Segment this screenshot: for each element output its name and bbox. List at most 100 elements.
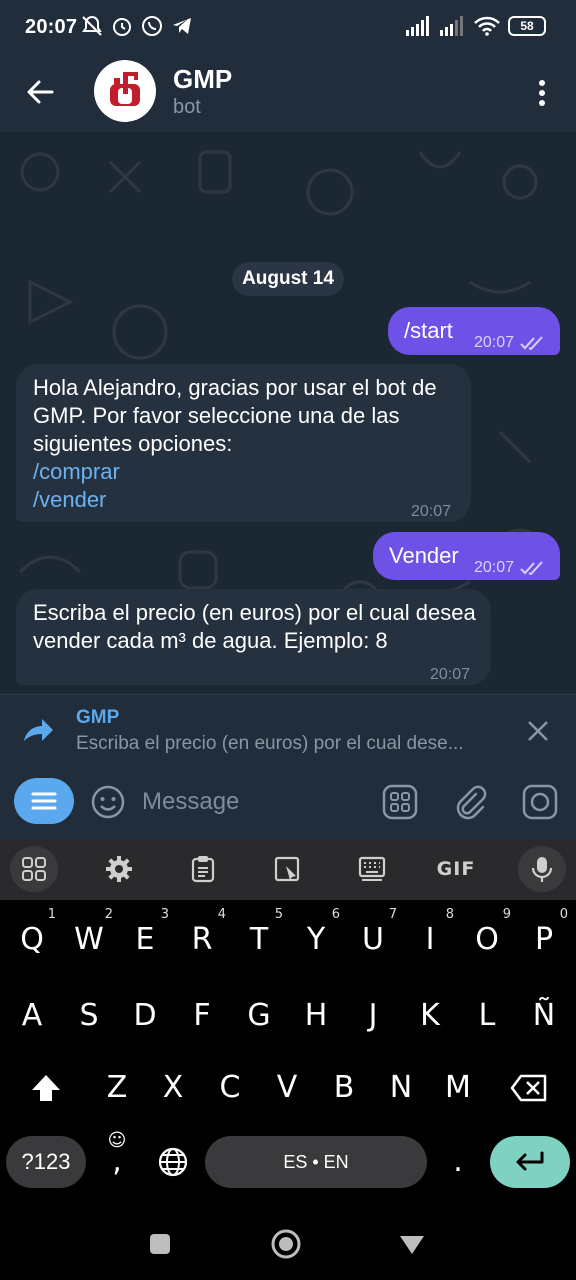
key-i[interactable]: I8 [402,907,458,968]
key-n[interactable]: N [373,1060,429,1116]
key-o[interactable]: O9 [459,907,515,968]
gif-button[interactable]: GIF [432,846,480,892]
camera-icon[interactable] [522,784,558,820]
key-b[interactable]: B [316,1060,372,1116]
period-key[interactable]: . [430,1134,486,1190]
key-c[interactable]: C [202,1060,258,1116]
message-input[interactable] [142,782,362,822]
back-arrow-icon[interactable] [22,74,58,110]
key-w[interactable]: W2 [61,907,117,968]
key-k[interactable]: K [402,988,458,1044]
gif-label: GIF [436,858,476,880]
key-d[interactable]: D [117,988,173,1044]
key-y[interactable]: Y6 [288,907,344,968]
gear-icon [106,856,132,882]
settings-button[interactable] [95,846,143,892]
key-e[interactable]: E3 [117,907,173,968]
key-n-tilde[interactable]: Ñ [516,988,572,1044]
telegram-icon [173,18,191,34]
keyboard-toolbar: GIF [0,838,576,900]
key-m[interactable]: M [430,1060,486,1116]
message-text: /start [404,318,453,343]
command-link-comprar[interactable]: /comprar [33,458,120,486]
system-icons: 58 [406,16,546,36]
clipboard-icon [191,856,215,883]
incoming-message[interactable]: Escriba el precio (en euros) por el cual… [16,589,491,685]
keyboard-layout-button[interactable] [348,846,396,892]
language-key[interactable] [145,1134,201,1190]
key-l[interactable]: L [459,988,515,1044]
emoji-hint-icon: ☺ [107,1130,127,1151]
bot-menu-button[interactable] [14,778,74,824]
backspace-key[interactable] [501,1060,557,1116]
emoji-icon[interactable] [90,784,126,820]
comma-key[interactable]: ☺ , [90,1130,144,1190]
close-icon[interactable] [524,717,552,745]
key-f[interactable]: F [174,988,230,1044]
key-s[interactable]: S [61,988,117,1044]
key-h[interactable]: H [288,988,344,1044]
message-text: Vender [389,543,459,568]
voice-input-button[interactable] [518,846,566,892]
status-time: 20:07 [25,16,78,38]
key-j[interactable]: J [345,988,401,1044]
recents-icon[interactable] [148,1232,172,1256]
system-navigation-bar [0,1200,576,1280]
keyboard-icon [358,856,386,881]
date-chip: August 14 [232,262,344,296]
signal-icon [406,16,429,36]
command-link-vender[interactable]: /vender [33,486,106,514]
space-key[interactable]: ES • EN [205,1136,427,1188]
reply-sender-name: GMP [76,707,120,728]
reply-text-preview: Escriba el precio (en euros) por el cual… [76,733,464,754]
double-check-icon [520,336,543,350]
message-text: Escriba el precio (en euros) por el cual… [33,600,476,653]
enter-arrow-icon [516,1151,544,1171]
enter-key[interactable] [490,1136,570,1188]
mic-icon [531,857,553,882]
on-screen-keyboard: GIF Q1 W2 E3 R4 T5 Y6 U7 I8 O9 P0 A S D … [0,838,576,1200]
battery-indicator: 58 [508,16,546,36]
key-x[interactable]: X [145,1060,201,1116]
bot-commands-icon[interactable] [382,784,418,820]
resize-button[interactable] [264,846,312,892]
message-time: 20:07 [474,334,515,351]
back-icon[interactable] [398,1232,426,1256]
key-r[interactable]: R4 [174,907,230,968]
attach-icon[interactable] [452,784,488,820]
outgoing-message[interactable]: /start 20:07 [388,307,560,355]
chat-header[interactable]: GMP bot [0,56,576,132]
message-text: Hola Alejandro, gracias por usar el bot … [33,375,437,456]
app-header-region: 20:07 58 GMP bot [0,0,576,132]
notification-icons [80,14,194,38]
message-meta: 20:07 [411,498,451,526]
home-icon[interactable] [270,1228,302,1260]
message-meta: 20:07 [474,554,544,582]
key-u[interactable]: U7 [345,907,401,968]
key-v[interactable]: V [259,1060,315,1116]
reply-preview-bar[interactable]: GMP Escriba el precio (en euros) por el … [0,694,576,766]
shift-icon [32,1075,60,1101]
menu-icon [31,792,57,810]
key-a[interactable]: A [4,988,60,1044]
message-time: 20:07 [411,503,452,520]
apps-button[interactable] [10,846,58,892]
incoming-message[interactable]: Hola Alejandro, gracias por usar el bot … [16,364,471,522]
shift-key[interactable] [18,1060,74,1116]
key-z[interactable]: Z [89,1060,145,1116]
more-options-icon[interactable] [530,78,554,108]
key-t[interactable]: T5 [231,907,287,968]
key-g[interactable]: G [231,988,287,1044]
gmp-logo-icon [110,72,140,106]
outgoing-message[interactable]: Vender 20:07 [373,532,560,580]
symbols-key[interactable]: ?123 [6,1136,86,1188]
key-q[interactable]: Q1 [4,907,60,968]
clipboard-button[interactable] [179,846,227,892]
chat-title[interactable]: GMP [173,64,232,95]
message-list[interactable]: August 14 /start 20:07 Hola Alejandro, g… [0,132,576,694]
double-check-icon [520,561,543,575]
reply-arrow-icon [24,719,53,741]
keyboard-keys: Q1 W2 E3 R4 T5 Y6 U7 I8 O9 P0 A S D F G … [0,900,576,1200]
key-p[interactable]: P0 [516,907,572,968]
avatar[interactable] [94,60,156,122]
